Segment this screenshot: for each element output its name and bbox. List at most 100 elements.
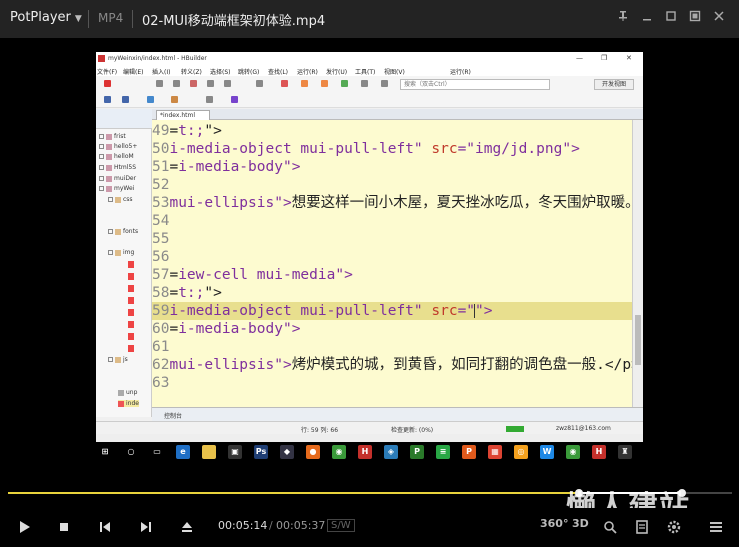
store-icon: ▣ — [228, 445, 242, 459]
code-token: "> — [204, 285, 222, 301]
hbuilder-toolbar: 搜索（双击Ctrl） 开发视图 — [96, 76, 643, 108]
image-file-icon — [128, 261, 134, 268]
tree-item: fonts — [108, 228, 138, 235]
font-icon — [122, 96, 129, 103]
arrow-left-icon — [301, 80, 308, 87]
app-icon: P — [462, 445, 476, 459]
line-number: 50 — [152, 141, 170, 157]
3d-button[interactable]: 3D — [572, 517, 589, 530]
line-number: 53 — [152, 195, 170, 211]
code-line: 57=iew-cell mui-media"> — [152, 266, 632, 284]
run-icon — [341, 80, 348, 87]
menu-goto: 跳转(G) — [238, 69, 260, 76]
restore-icon: ❐ — [601, 54, 608, 62]
line-number: 58 — [152, 285, 170, 301]
close-icon[interactable] — [710, 9, 728, 27]
image-file-icon — [128, 321, 134, 328]
menu-file: 文件(F) — [97, 69, 118, 76]
tree-item: Html5S — [99, 164, 136, 171]
format-icon — [147, 96, 154, 103]
settings-gear-icon[interactable] — [664, 517, 684, 537]
line-number: 60 — [152, 321, 170, 337]
refresh-icon — [190, 80, 197, 87]
menu-select: 选择(S) — [210, 69, 231, 76]
project-explorer: frist hello5+ helloM Html5S muiDer myWei… — [96, 109, 152, 417]
line-number: 52 — [152, 177, 170, 193]
editor-scrollbar — [632, 120, 643, 407]
image-file-icon — [128, 285, 134, 292]
firefox-icon: ● — [306, 445, 320, 459]
new-icon — [104, 80, 111, 87]
code-line: 60=i-media-body"> — [152, 320, 632, 338]
play-button[interactable] — [14, 517, 34, 537]
terminal-icon — [381, 80, 388, 87]
title-bar: PotPlayer ▼ MP4 02-MUI移动端框架初体验.mp4 — [0, 0, 739, 38]
pin-icon[interactable] — [614, 9, 632, 27]
minimize-icon[interactable] — [638, 9, 656, 27]
bold-icon — [104, 96, 111, 103]
user-email: zwz811@163.com — [556, 425, 611, 432]
code-token: 烤炉模式的城，到黄昏，如同打翻的调色盘一般.</p> — [291, 357, 632, 373]
code-token: i-media-object mui-pull-left" — [169, 303, 432, 319]
code-line: 56 — [152, 248, 632, 266]
code-token: "> — [204, 123, 222, 139]
code-line: 51=i-media-body"> — [152, 158, 632, 176]
previous-button[interactable] — [95, 517, 115, 537]
line-number: 56 — [152, 249, 170, 265]
menu-run-2: 运行(R) — [450, 69, 471, 76]
sw-decoder-badge[interactable]: S/W — [327, 519, 355, 532]
menu-edit: 编辑(E) — [123, 69, 144, 76]
code-token: = — [169, 123, 179, 139]
chrome-icon: ◉ — [332, 445, 346, 459]
arrow-right-icon — [321, 80, 328, 87]
stop-button[interactable] — [54, 517, 74, 537]
playlist-icon[interactable] — [632, 517, 652, 537]
app-menu-button[interactable]: PotPlayer ▼ — [10, 10, 82, 25]
capture-icon[interactable] — [600, 517, 620, 537]
code-token: = — [169, 321, 179, 337]
code-token: mui-ellipsis"> — [169, 357, 292, 373]
app-icon: P — [410, 445, 424, 459]
app-name: PotPlayer — [10, 10, 71, 25]
image-file-icon — [128, 297, 134, 304]
hbuilder-logo-icon — [98, 55, 105, 62]
search-icon: ○ — [124, 445, 138, 459]
app-icon: ◎ — [514, 445, 528, 459]
divider — [88, 10, 89, 28]
app-icon: ▦ — [488, 445, 502, 459]
tree-item: js — [108, 356, 128, 363]
code-line: 61 — [152, 338, 632, 356]
task-view-icon: ▭ — [150, 445, 164, 459]
explorer-header — [96, 109, 152, 129]
line-number: 51 — [152, 159, 170, 175]
code-line: 52 — [152, 176, 632, 194]
next-button[interactable] — [136, 517, 156, 537]
update-status: 检查更新: (0%) — [391, 427, 434, 434]
video-area[interactable]: myWeinxin/index.html - HBuilder — ❐ ✕ 文件… — [0, 38, 739, 478]
code-line: 63 — [152, 374, 632, 392]
code-token: = — [169, 267, 179, 283]
current-time: 00:05:14 — [218, 519, 268, 532]
menu-find: 查找(L) — [268, 69, 289, 76]
vr-360-button[interactable]: 360° — [540, 517, 568, 530]
line-number: 54 — [152, 213, 170, 229]
video-frame: myWeinxin/index.html - HBuilder — ❐ ✕ 文件… — [96, 52, 643, 444]
hbuilder-window-title: myWeinxin/index.html - HBuilder — [108, 55, 207, 62]
close-icon: ✕ — [626, 54, 632, 62]
fullscreen-icon[interactable] — [686, 9, 704, 27]
tree-item: unp — [118, 389, 137, 396]
menu-view: 视图(V) — [384, 69, 405, 76]
eject-button[interactable] — [177, 517, 197, 537]
app-icon: ≡ — [436, 445, 450, 459]
code-token: src — [431, 141, 458, 157]
line-number: 49 — [152, 123, 170, 139]
chrome-icon: ◉ — [566, 445, 580, 459]
hbuilder-search-input: 搜索（双击Ctrl） — [400, 79, 550, 90]
maximize-icon[interactable] — [662, 9, 680, 27]
menu-icon[interactable] — [706, 517, 726, 537]
file-title: 02-MUI移动端框架初体验.mp4 — [142, 14, 326, 29]
line-number: 61 — [152, 339, 170, 355]
code-token: "> — [475, 303, 493, 319]
color-icon — [171, 96, 178, 103]
explorer-icon — [202, 445, 216, 459]
